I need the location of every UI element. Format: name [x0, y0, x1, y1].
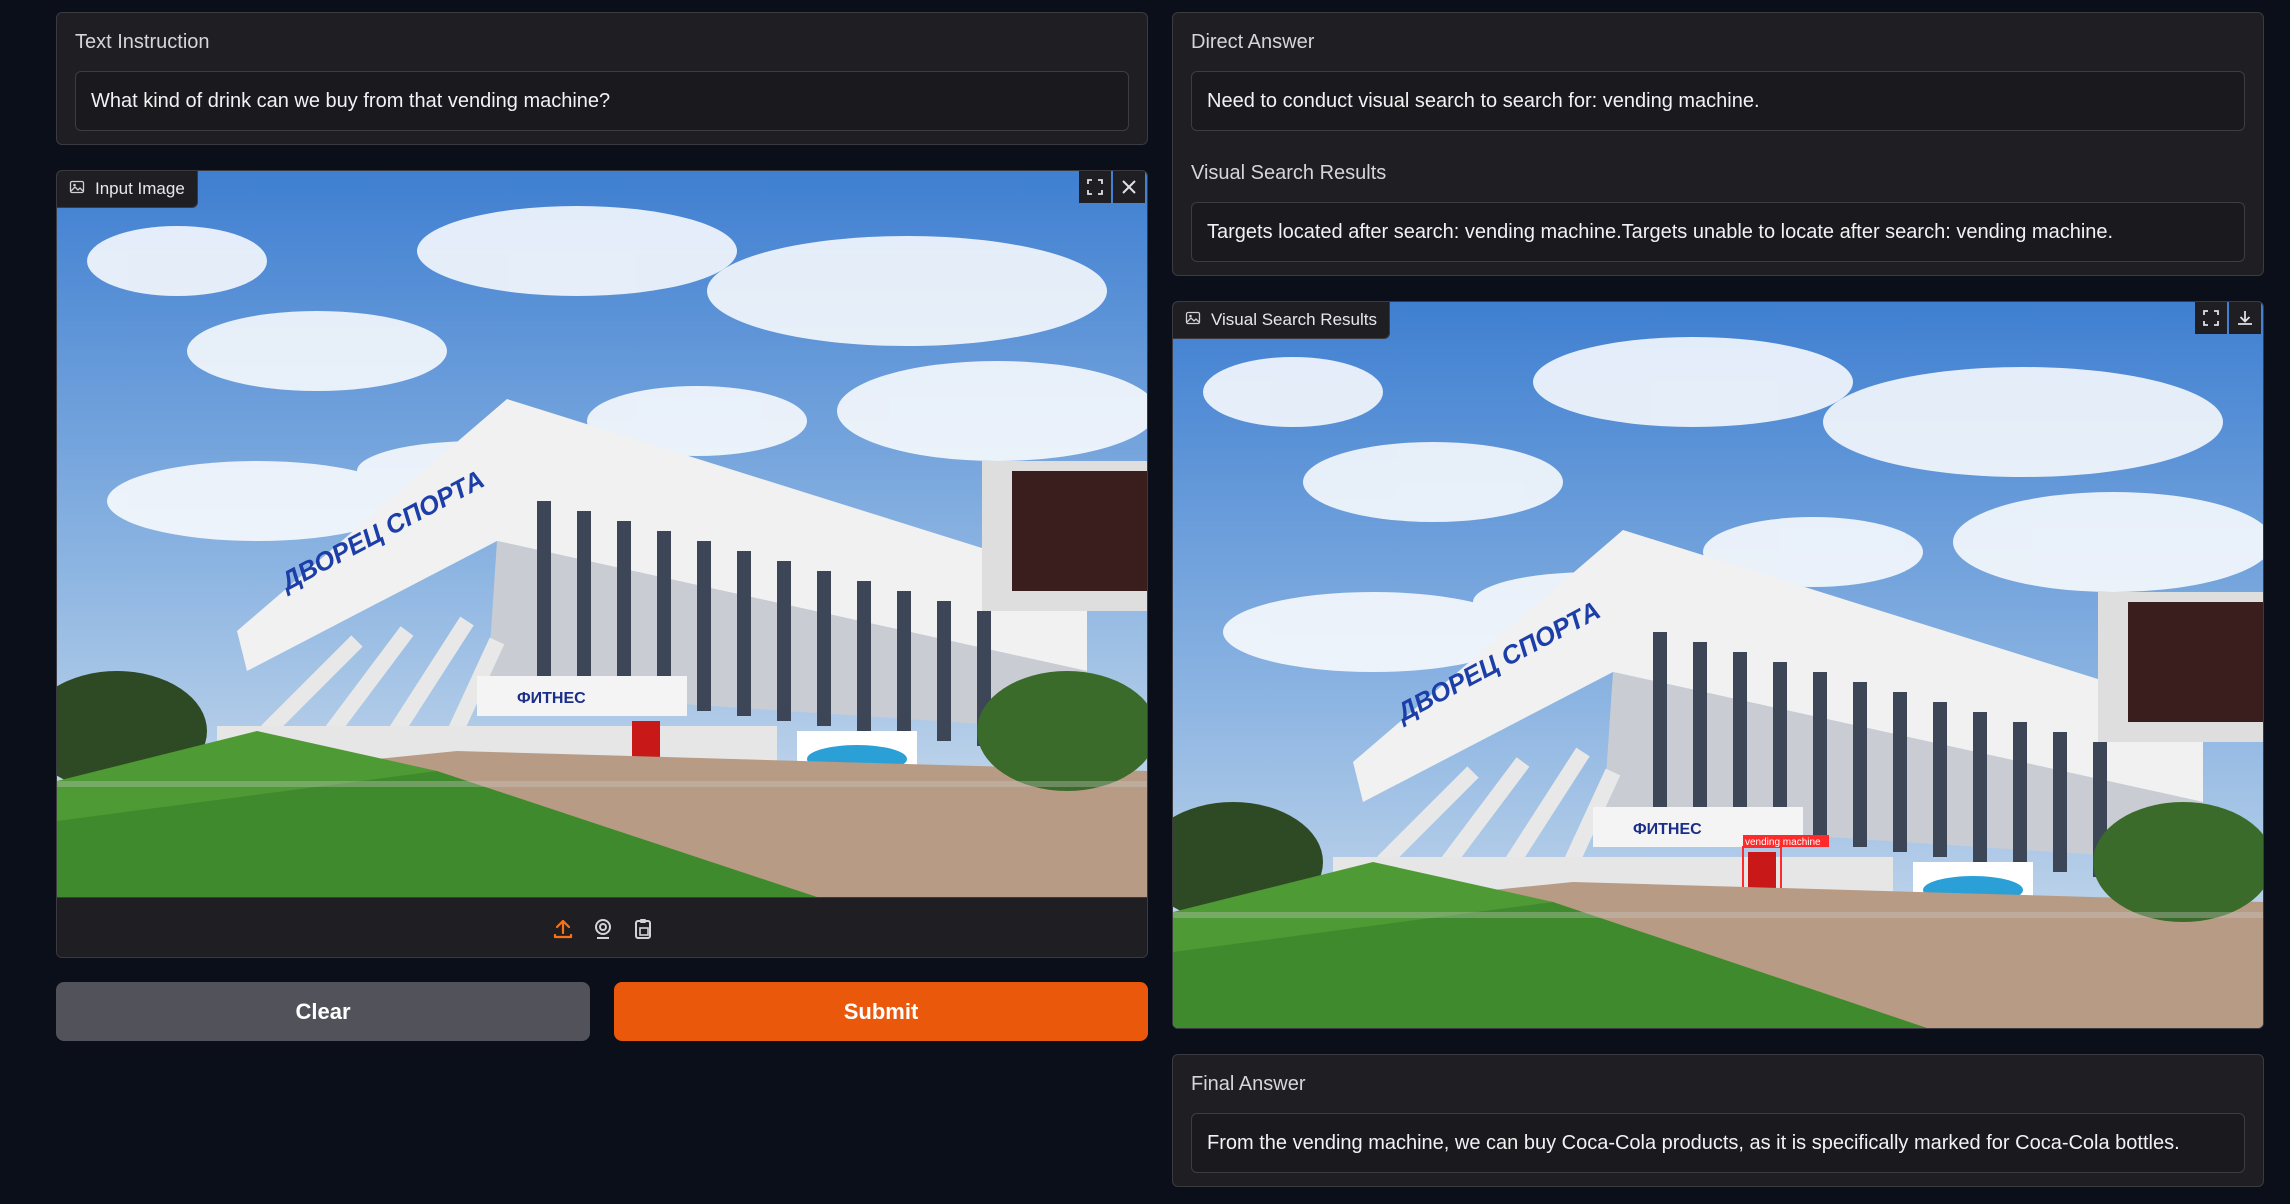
close-icon[interactable]: [1113, 171, 1145, 203]
image-source-toolbar: [57, 897, 1147, 957]
direct-answer-block: Direct Answer Need to conduct visual sea…: [1172, 12, 2264, 276]
direct-answer-label: Direct Answer: [1191, 31, 1315, 53]
text-instruction-label: Text Instruction: [75, 31, 210, 53]
input-image-block: Input Image ФИТНЕС ДВОРЕЦ СПОРТА: [56, 170, 1148, 958]
visual-search-image-label: Visual Search Results: [1173, 302, 1390, 339]
text-instruction-block: Text Instruction What kind of drink can …: [56, 12, 1148, 145]
fullscreen-icon[interactable]: [2195, 302, 2227, 334]
visual-search-results-label: Visual Search Results: [1191, 162, 1387, 184]
fitness-sign: ФИТНЕС: [517, 690, 586, 707]
final-answer-output[interactable]: From the vending machine, we can buy Coc…: [1191, 1113, 2245, 1173]
visual-search-image: ФИТНЕС ДВОРЕЦ СПОРТА vending machine: [1173, 302, 2263, 1028]
webcam-icon[interactable]: [591, 917, 615, 941]
final-answer-label: Final Answer: [1191, 1073, 1306, 1095]
visual-search-image-block: Visual Search Results ФИТНЕС ДВОРЕЦ СПОР…: [1172, 301, 2264, 1029]
input-image: ФИТНЕС ДВОРЕЦ СПОРТА: [57, 171, 1147, 897]
input-image-label: Input Image: [57, 171, 198, 208]
fullscreen-icon[interactable]: [1079, 171, 1111, 203]
fitness-sign: ФИТНЕС: [1633, 821, 1702, 838]
input-image-label-text: Input Image: [95, 179, 185, 198]
visual-search-results-output[interactable]: Targets located after search: vending ma…: [1191, 202, 2245, 262]
upload-icon[interactable]: [551, 917, 575, 941]
clear-button[interactable]: Clear: [56, 982, 590, 1041]
image-icon: [1185, 310, 1201, 331]
text-instruction-input[interactable]: What kind of drink can we buy from that …: [75, 71, 1129, 131]
download-icon[interactable]: [2229, 302, 2261, 334]
submit-button[interactable]: Submit: [614, 982, 1148, 1041]
direct-answer-output[interactable]: Need to conduct visual search to search …: [1191, 71, 2245, 131]
visual-search-image-label-text: Visual Search Results: [1211, 310, 1377, 329]
final-answer-block: Final Answer From the vending machine, w…: [1172, 1054, 2264, 1187]
clipboard-icon[interactable]: [631, 917, 655, 941]
detection-label: vending machine: [1745, 837, 1821, 848]
image-icon: [69, 179, 85, 200]
